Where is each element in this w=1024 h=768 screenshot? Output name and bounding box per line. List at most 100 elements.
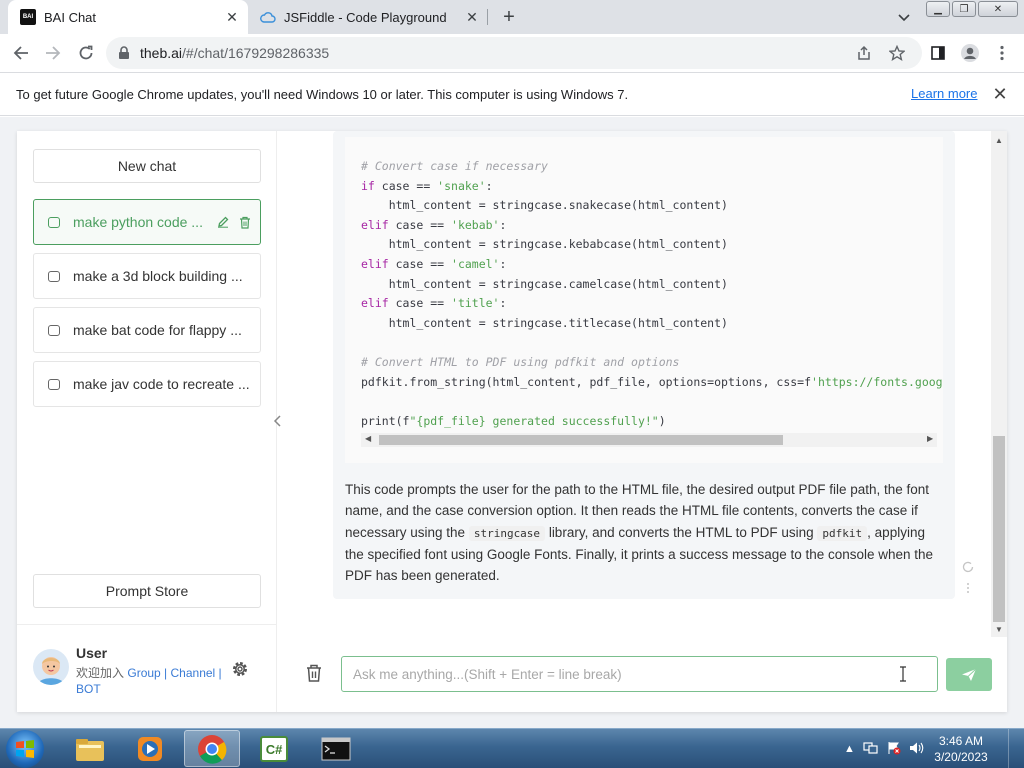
close-tab-icon[interactable]: ✕ bbox=[222, 7, 242, 27]
code-text: html_content = stringcase.kebabcase(html… bbox=[361, 237, 728, 252]
clock-date: 3/20/2023 bbox=[934, 750, 988, 764]
share-icon[interactable] bbox=[856, 37, 872, 69]
page-background: New chat make python code ... make a 3d … bbox=[0, 117, 1024, 728]
show-hidden-icons-icon[interactable]: ▲ bbox=[844, 743, 855, 755]
new-tab-icon[interactable]: + bbox=[497, 5, 521, 29]
code-text: case == bbox=[388, 296, 452, 311]
close-infobar-icon[interactable]: ✕ bbox=[990, 84, 1010, 104]
clear-chat-trash-icon[interactable] bbox=[305, 663, 323, 683]
code-text: case == bbox=[388, 217, 452, 232]
media-player-taskbar-icon[interactable] bbox=[122, 730, 178, 767]
address-bar[interactable]: theb.ai/#/chat/1679298286335 bbox=[106, 37, 922, 69]
forward-arrow-icon[interactable] bbox=[39, 39, 67, 67]
conversation-item[interactable]: make bat code for flappy ... bbox=[33, 307, 261, 353]
prompt-store-button[interactable]: Prompt Store bbox=[33, 574, 261, 608]
chat-input[interactable] bbox=[341, 656, 938, 692]
show-desktop-button[interactable] bbox=[1008, 729, 1024, 768]
explorer-taskbar-icon[interactable] bbox=[62, 730, 118, 767]
code-line: elif case == 'title': bbox=[361, 294, 943, 314]
code-text: html_content = stringcase.camelcase(html… bbox=[361, 276, 728, 291]
side-panel-icon[interactable] bbox=[924, 39, 952, 67]
new-chat-button[interactable]: New chat bbox=[33, 149, 261, 183]
scroll-left-icon[interactable]: ◀ bbox=[365, 434, 371, 443]
code-string: 'camel' bbox=[451, 256, 500, 271]
back-arrow-icon[interactable] bbox=[7, 39, 35, 67]
send-button[interactable] bbox=[946, 658, 992, 691]
code-blank bbox=[361, 335, 368, 349]
bookmark-star-icon[interactable] bbox=[889, 37, 905, 69]
conversation-label: make a 3d block building ... bbox=[73, 268, 243, 284]
window-close-icon[interactable]: ✕ bbox=[978, 1, 1018, 17]
windows-taskbar: C# ▲ 3:46 AM 3/20/2023 bbox=[0, 728, 1024, 768]
action-center-flag-icon[interactable] bbox=[887, 741, 901, 758]
window-controls: ▁ ❐ ✕ bbox=[926, 1, 1018, 17]
taskbar-clock[interactable]: 3:46 AM 3/20/2023 bbox=[926, 733, 996, 765]
chat-bubble-icon bbox=[48, 216, 60, 228]
code-keyword: elif bbox=[361, 256, 389, 271]
lock-icon[interactable] bbox=[118, 46, 130, 60]
tab-title: JSFiddle - Code Playground bbox=[284, 9, 447, 25]
code-keyword: elif bbox=[361, 296, 389, 311]
user-area: User 欢迎加入 Group | Channel | BOT bbox=[17, 624, 277, 712]
scroll-down-icon[interactable]: ▼ bbox=[995, 625, 1003, 634]
browser-tab-strip: BAI BAI Chat ✕ JSFiddle - Code Playgroun… bbox=[0, 0, 1024, 34]
channel-link[interactable]: Channel bbox=[171, 666, 216, 680]
vertical-scrollbar[interactable]: ▲ ▼ bbox=[991, 131, 1007, 637]
settings-gear-icon[interactable] bbox=[231, 660, 249, 678]
code-line: html_content = stringcase.snakecase(html… bbox=[361, 196, 943, 216]
code-string: 'snake' bbox=[437, 178, 486, 193]
system-tray: ▲ bbox=[844, 729, 925, 768]
network-icon[interactable] bbox=[863, 741, 879, 758]
code-text: ) bbox=[658, 413, 666, 428]
more-vertical-icon[interactable] bbox=[962, 582, 974, 597]
cmd-taskbar-icon[interactable] bbox=[308, 730, 364, 767]
volume-icon[interactable] bbox=[909, 741, 925, 758]
code-blank bbox=[361, 394, 368, 408]
community-links: 欢迎加入 Group | Channel | BOT bbox=[76, 665, 236, 697]
message-actions bbox=[962, 561, 974, 597]
menu-kebab-icon[interactable] bbox=[988, 39, 1016, 67]
avatar bbox=[33, 649, 69, 685]
profile-icon[interactable] bbox=[956, 39, 984, 67]
code-text: print(f bbox=[361, 413, 410, 428]
code-string: 'https://fonts.googlea bbox=[811, 374, 943, 389]
learn-more-link[interactable]: Learn more bbox=[911, 86, 977, 101]
delete-icon[interactable] bbox=[234, 216, 256, 229]
code-line: # Convert HTML to PDF using pdfkit and o… bbox=[361, 353, 943, 373]
tab-bai-chat[interactable]: BAI BAI Chat ✕ bbox=[8, 0, 248, 34]
windows-logo-icon bbox=[16, 740, 34, 758]
reload-icon[interactable] bbox=[72, 39, 100, 67]
code-line: elif case == 'camel': bbox=[361, 255, 943, 275]
code-text: : bbox=[499, 217, 507, 232]
clock-time: 3:46 AM bbox=[938, 734, 984, 748]
conversation-item[interactable]: make a 3d block building ... bbox=[33, 253, 261, 299]
inline-code: pdfkit bbox=[817, 525, 868, 541]
restore-icon[interactable]: ❐ bbox=[952, 1, 976, 17]
scroll-right-icon[interactable]: ▶ bbox=[927, 434, 933, 443]
chrome-taskbar-icon[interactable] bbox=[184, 730, 240, 767]
bai-favicon-icon: BAI bbox=[20, 9, 36, 25]
conversation-item[interactable]: make jav code to recreate ... bbox=[33, 361, 261, 407]
code-line bbox=[361, 392, 943, 412]
svg-text:C#: C# bbox=[266, 742, 283, 757]
code-text: html_content = stringcase.snakecase(html… bbox=[361, 198, 728, 213]
chat-app: New chat make python code ... make a 3d … bbox=[17, 131, 1007, 712]
scrollbar-thumb[interactable] bbox=[379, 435, 783, 445]
start-button[interactable] bbox=[6, 730, 44, 768]
code-string: 'kebab' bbox=[451, 217, 500, 232]
group-link[interactable]: Group bbox=[127, 666, 160, 680]
horizontal-scrollbar[interactable]: ◀ ▶ bbox=[361, 433, 937, 447]
bot-link[interactable]: BOT bbox=[76, 682, 101, 696]
conversation-item[interactable]: make python code ... bbox=[33, 199, 261, 245]
tab-jsfiddle[interactable]: JSFiddle - Code Playground ✕ bbox=[248, 0, 488, 34]
scroll-up-icon[interactable]: ▲ bbox=[995, 136, 1003, 145]
edit-icon[interactable] bbox=[212, 216, 234, 228]
url-domain: theb.ai bbox=[140, 45, 183, 61]
join-text: 欢迎加入 bbox=[76, 666, 125, 680]
scrollbar-thumb[interactable] bbox=[993, 436, 1005, 622]
minimize-icon[interactable]: ▁ bbox=[926, 1, 950, 17]
csharp-editor-taskbar-icon[interactable]: C# bbox=[246, 730, 302, 767]
regenerate-icon[interactable] bbox=[962, 561, 974, 576]
close-tab-icon[interactable]: ✕ bbox=[462, 7, 482, 27]
tab-search-chevron-icon[interactable] bbox=[894, 8, 914, 28]
